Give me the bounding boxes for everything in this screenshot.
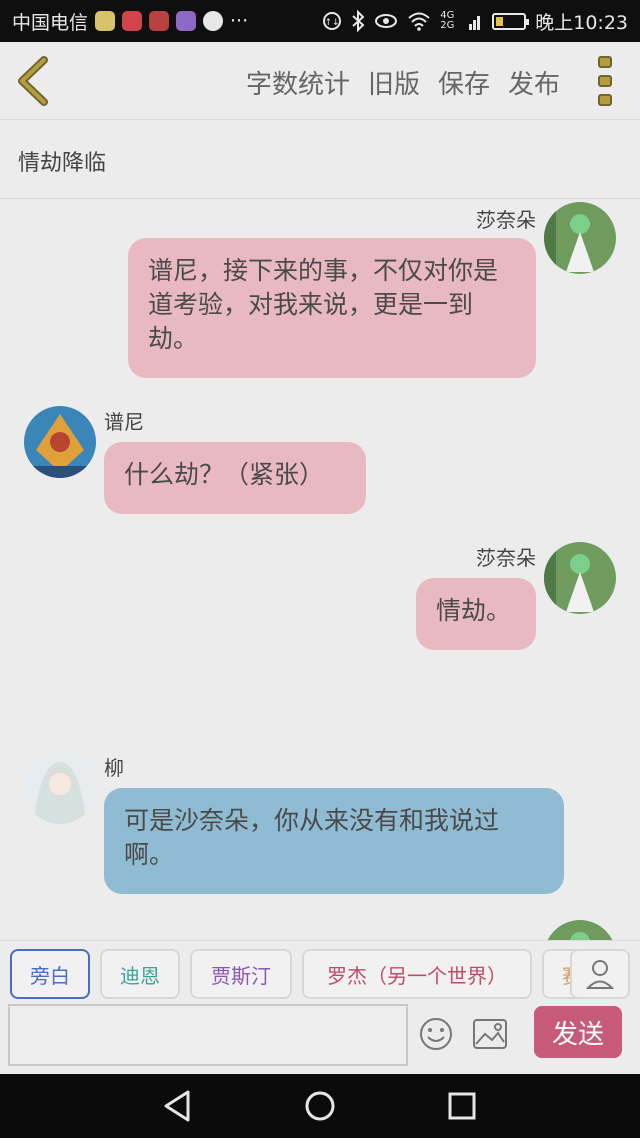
nav-back-icon[interactable]: [162, 1090, 192, 1122]
message-bubble[interactable]: 什么劫？（紧张）: [104, 442, 366, 514]
emoji-icon[interactable]: [418, 1016, 454, 1052]
more-notifications: ···: [230, 10, 249, 32]
chat-area[interactable]: 莎奈朵 谱尼，接下来的事，不仅对你是道考验，对我来说，更是一到劫。 谱尼 什么劫…: [0, 200, 640, 940]
back-chevron-icon[interactable]: [14, 56, 54, 106]
publish-button[interactable]: 发布: [508, 64, 560, 101]
message-composer: 发送: [0, 1002, 640, 1074]
role-chip-dean[interactable]: 迪恩: [100, 949, 180, 999]
role-chip-roger[interactable]: 罗杰（另一个世界）: [302, 949, 532, 999]
send-button[interactable]: 发送: [534, 1006, 622, 1058]
role-chip-justin[interactable]: 贾斯汀: [190, 949, 292, 999]
role-selector: 旁白 迪恩 贾斯汀 罗杰（另一个世界） 赛: [0, 940, 640, 1002]
image-icon[interactable]: [472, 1018, 508, 1050]
location-icon: [203, 11, 224, 31]
eye-comfort-icon: [375, 14, 398, 28]
signal-icon: [469, 16, 481, 30]
save-button[interactable]: 保存: [438, 64, 490, 101]
speaker-name: 莎奈朵: [476, 546, 536, 570]
app-notification-icon: [95, 11, 116, 31]
svg-text:↑↓: ↑↓: [325, 18, 340, 28]
overflow-menu-icon[interactable]: [598, 56, 614, 106]
avatar[interactable]: [24, 406, 96, 478]
status-bar: 中国电信 ··· ↑↓ 4G 2G 晚上10:23: [0, 0, 640, 42]
avatar[interactable]: [544, 542, 616, 614]
nav-recents-icon[interactable]: [448, 1092, 476, 1120]
avatar[interactable]: [544, 920, 616, 940]
speaker-name: 柳: [104, 756, 124, 780]
word-count-button[interactable]: 字数统计: [246, 64, 350, 101]
network-type: 4G 2G: [440, 10, 455, 31]
carrier-label: 中国电信: [12, 11, 89, 34]
role-chip-narrator[interactable]: 旁白: [10, 949, 90, 999]
data-saver-icon: ↑↓: [323, 12, 342, 30]
message-bubble[interactable]: 可是沙奈朵，你从来没有和我说过啊。: [104, 788, 564, 894]
video-app-icon: [122, 11, 143, 31]
message-input[interactable]: [8, 1004, 408, 1066]
system-nav-bar: [0, 1074, 640, 1138]
avatar[interactable]: [24, 752, 96, 824]
old-version-button[interactable]: 旧版: [368, 64, 420, 101]
message-bubble[interactable]: 情劫。: [416, 578, 536, 650]
header-actions: 字数统计 旧版 保存 发布: [246, 64, 560, 101]
app-header: 字数统计 旧版 保存 发布: [0, 42, 640, 120]
huawei-icon: [149, 11, 170, 31]
story-title[interactable]: 情劫降临: [0, 121, 640, 199]
purple-app-icon: [176, 11, 197, 31]
message-bubble[interactable]: 谱尼，接下来的事，不仅对你是道考验，对我来说，更是一到劫。: [128, 238, 536, 378]
nav-home-icon[interactable]: [304, 1090, 336, 1122]
wifi-icon: [408, 12, 430, 31]
user-icon[interactable]: [570, 949, 630, 999]
battery-icon: [492, 12, 530, 30]
avatar[interactable]: [544, 202, 616, 274]
clock: 晚上10:23: [535, 11, 628, 34]
bluetooth-icon: [352, 10, 365, 32]
speaker-name: 谱尼: [104, 410, 144, 434]
speaker-name: 莎奈朵: [476, 208, 536, 232]
